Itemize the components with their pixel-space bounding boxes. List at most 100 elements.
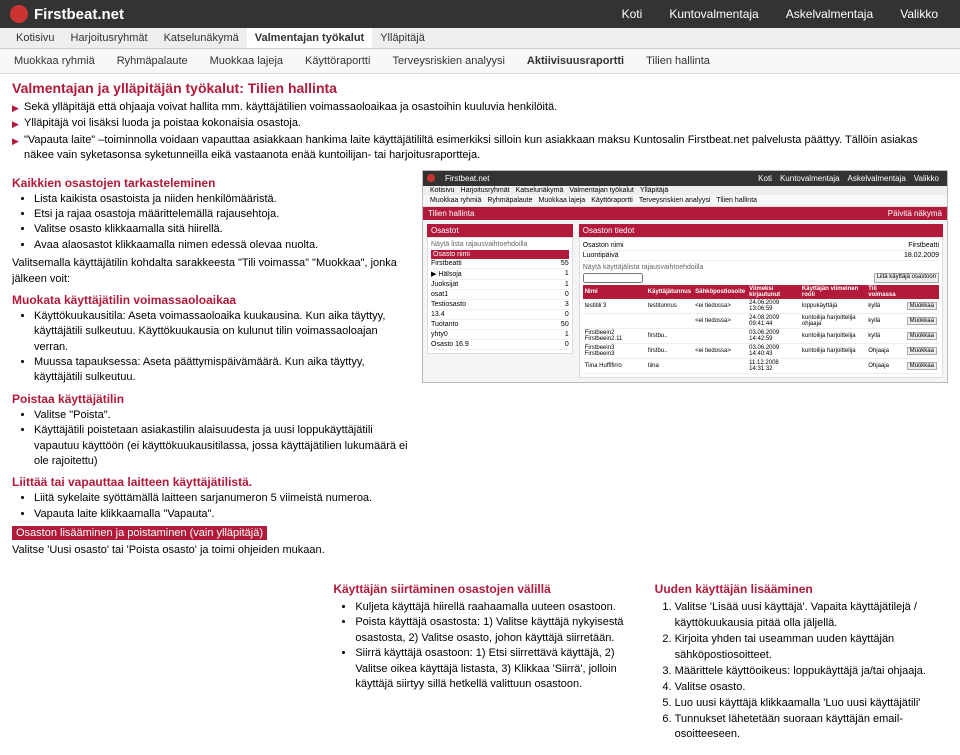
section-siirtaminen: Käyttäjän siirtäminen osastojen välillä	[333, 581, 626, 598]
ss-info-l: Luontipäivä	[583, 252, 619, 259]
ss-td: Firstbeein2 Firstbeein2.11	[583, 328, 646, 343]
subnav1-katselunakyma[interactable]: Katselunäkymä	[156, 28, 247, 48]
subnav2-terveysriskien[interactable]: Terveysriskien analyysi	[386, 52, 510, 70]
ss-sub2-item: Käyttöraportti	[588, 196, 636, 205]
ss-td: kuntoilija harjoittelija ohjaaja	[800, 313, 866, 328]
ss-tree-row[interactable]: yhty01	[431, 330, 569, 340]
ss-tree-row[interactable]: 13.40	[431, 310, 569, 320]
list-uuden: Valitse 'Lisää uusi käyttäjä'. Vapaita k…	[675, 600, 948, 743]
brand-text: Firstbeat.net	[34, 6, 124, 23]
ss-edit-btn[interactable]: Muokkaa	[907, 347, 937, 355]
ss-th	[905, 285, 939, 299]
list-item: Valitse 'Lisää uusi käyttäjä'. Vapaita k…	[675, 600, 948, 632]
ss-td	[693, 358, 747, 373]
ss-nav: Valikko	[910, 173, 943, 184]
ss-tree-row[interactable]: Osasto 16.90	[431, 340, 569, 350]
ss-td: <ei tiedossa>	[693, 343, 747, 358]
subnav1-kotisivu[interactable]: Kotisivu	[8, 28, 63, 48]
ss-nav: Koti	[754, 173, 776, 184]
ss-edit-btn[interactable]: Muokkaa	[907, 362, 937, 370]
subnav2-muokkaa-lajeja[interactable]: Muokkaa lajeja	[204, 52, 289, 70]
ss-info-r: Firstbeatti	[908, 242, 939, 249]
list-item: Valitse osasto klikkaamalla sitä hiirell…	[34, 222, 412, 237]
ss-td: 24.06.2009 13:06:59	[747, 299, 800, 314]
subnav2-ryhmapalaute[interactable]: Ryhmäpalaute	[111, 52, 194, 70]
ss-edit-btn[interactable]: Muokkaa	[907, 317, 937, 325]
para-after-s1: Valitsemalla käyttäjätilin kohdalta sara…	[12, 256, 412, 287]
ss-right-head: Osaston tiedot	[579, 224, 943, 237]
nav-valikko[interactable]: Valikko	[888, 1, 950, 27]
nav-kuntovalmentaja[interactable]: Kuntovalmentaja	[657, 1, 770, 27]
ss-user-table: NimiKäyttäjätunnusSähköpostiosoiteViimek…	[583, 285, 939, 374]
ss-td: 03.06.2009 14:40:43	[747, 343, 800, 358]
intro-list: Sekä ylläpitäjä että ohjaaja voivat hall…	[12, 100, 948, 164]
list-poistaa: Valitse "Poista". Käyttäjätili poistetaa…	[34, 408, 412, 470]
ss-td: Firstbeein3 Firstbeein3	[583, 343, 646, 358]
ss-edit-btn[interactable]: Muokkaa	[907, 332, 937, 340]
ss-td: <ei tiedossa>	[693, 313, 747, 328]
ss-tree-row[interactable]: ▶ Hälsoja1	[431, 269, 569, 280]
ss-bar-right: Päivitä näkymä	[888, 209, 942, 218]
list-item: Kirjoita yhden tai useamman uuden käyttä…	[675, 632, 948, 664]
header-bar: Firstbeat.net Koti Kuntovalmentaja Askel…	[0, 0, 960, 28]
ss-td: firstbu..	[646, 328, 693, 343]
main-nav: Koti Kuntovalmentaja Askelvalmentaja Val…	[610, 7, 950, 21]
ss-tree-row[interactable]: Juoksijat1	[431, 280, 569, 290]
ss-edit-btn[interactable]: Muokkaa	[907, 302, 937, 310]
ss-left-head: Osastot	[427, 224, 573, 237]
ss-sub2-item: Tilien hallinta	[713, 196, 760, 205]
ss-sub1-item: Katselunäkymä	[513, 186, 567, 195]
ss-td: loppukäyttäjä	[800, 299, 866, 314]
ss-td: Tiina Hufflfirro	[583, 358, 646, 373]
subnav1-valmentajan[interactable]: Valmentajan työkalut	[247, 28, 372, 48]
logo-icon	[10, 5, 28, 23]
ss-sub1-item: Harjoitusryhmät	[458, 186, 513, 195]
ss-th: Nimi	[583, 285, 646, 299]
ss-td	[646, 313, 693, 328]
ss-tree-row[interactable]: Tuotanto50	[431, 320, 569, 330]
ss-th: Tili voimassa	[866, 285, 904, 299]
subnav1-yllapitaja[interactable]: Ylläpitäjä	[372, 28, 433, 48]
list-item: Valitse "Poista".	[34, 408, 412, 423]
ss-filter-col: Osasto nimi	[431, 250, 569, 259]
nav-koti[interactable]: Koti	[610, 1, 655, 27]
ss-table-row: Firstbeein3 Firstbeein3firstbu..<ei tied…	[583, 343, 939, 358]
ss-th: Käyttäjän viimeinen rooli	[800, 285, 866, 299]
section-muokata: Muokata käyttäjätilin voimassaoloaikaa	[12, 293, 412, 307]
ss-sub2-item: Terveysriskien analyysi	[636, 196, 714, 205]
subnav2-kayttoraportti[interactable]: Käyttöraportti	[299, 52, 376, 70]
ss-info-l: Osaston nimi	[583, 242, 624, 249]
ss-tree-row[interactable]: Testiosasto3	[431, 300, 569, 310]
ss-tree-row[interactable]: Firstbeatti55	[431, 259, 569, 269]
section-liittaa: Liittää tai vapauttaa laitteen käyttäjät…	[12, 475, 412, 489]
logo: Firstbeat.net	[10, 5, 124, 23]
ss-search-input[interactable]	[583, 273, 643, 283]
subnav2-aktiivisuusraportti[interactable]: Aktiivisuusraportti	[521, 52, 630, 70]
list-item: Liitä sykelaite syöttämällä laitteen sar…	[34, 491, 412, 506]
section-tarkasteleminen: Kaikkien osastojen tarkasteleminen	[12, 176, 412, 190]
ss-td	[693, 328, 747, 343]
ss-td: testitili 3	[583, 299, 646, 314]
ss-tree-row[interactable]: osat10	[431, 290, 569, 300]
ss-filter-label: Näytä lista rajausvaihtoehdoilla	[431, 241, 569, 248]
list-tarkasteleminen: Lista kaikista osastoista ja niiden henk…	[34, 192, 412, 254]
ss-attach-btn[interactable]: Liitä käyttäjä osastoon	[874, 273, 939, 283]
list-siirtaminen: Kuljeta käyttäjä hiirellä raahaamalla uu…	[355, 600, 626, 692]
intro-item: Sekä ylläpitäjä että ohjaaja voivat hall…	[12, 100, 948, 115]
list-item: Etsi ja rajaa osastoja määrittelemällä r…	[34, 207, 412, 222]
ss-sub1-item: Valmentajan työkalut	[566, 186, 636, 195]
subnav2-tilien-hallinta[interactable]: Tilien hallinta	[640, 52, 716, 70]
ss-brand: Firstbeat.net	[441, 173, 493, 184]
subnav2-muokkaa-ryhmia[interactable]: Muokkaa ryhmiä	[8, 52, 101, 70]
ss-td: 24.08.2009 09:41:44	[747, 313, 800, 328]
ss-sub1-item: Ylläpitäjä	[637, 186, 671, 195]
nav-askelvalmentaja[interactable]: Askelvalmentaja	[774, 1, 885, 27]
list-item: Kuljeta käyttäjä hiirellä raahaamalla uu…	[355, 600, 626, 615]
ss-bar-title: Tilien hallinta	[428, 209, 474, 218]
ss-td: Ohjaaja	[866, 343, 904, 358]
ss-td: kuntoilija harjoittelija	[800, 343, 866, 358]
list-item: Muussa tapauksessa: Aseta päättymispäivä…	[34, 355, 412, 386]
intro-item: Ylläpitäjä voi lisäksi luoda ja poistaa …	[12, 116, 948, 131]
list-liittaa: Liitä sykelaite syöttämällä laitteen sar…	[34, 491, 412, 522]
subnav1-harjoitusryhmat[interactable]: Harjoitusryhmät	[63, 28, 156, 48]
